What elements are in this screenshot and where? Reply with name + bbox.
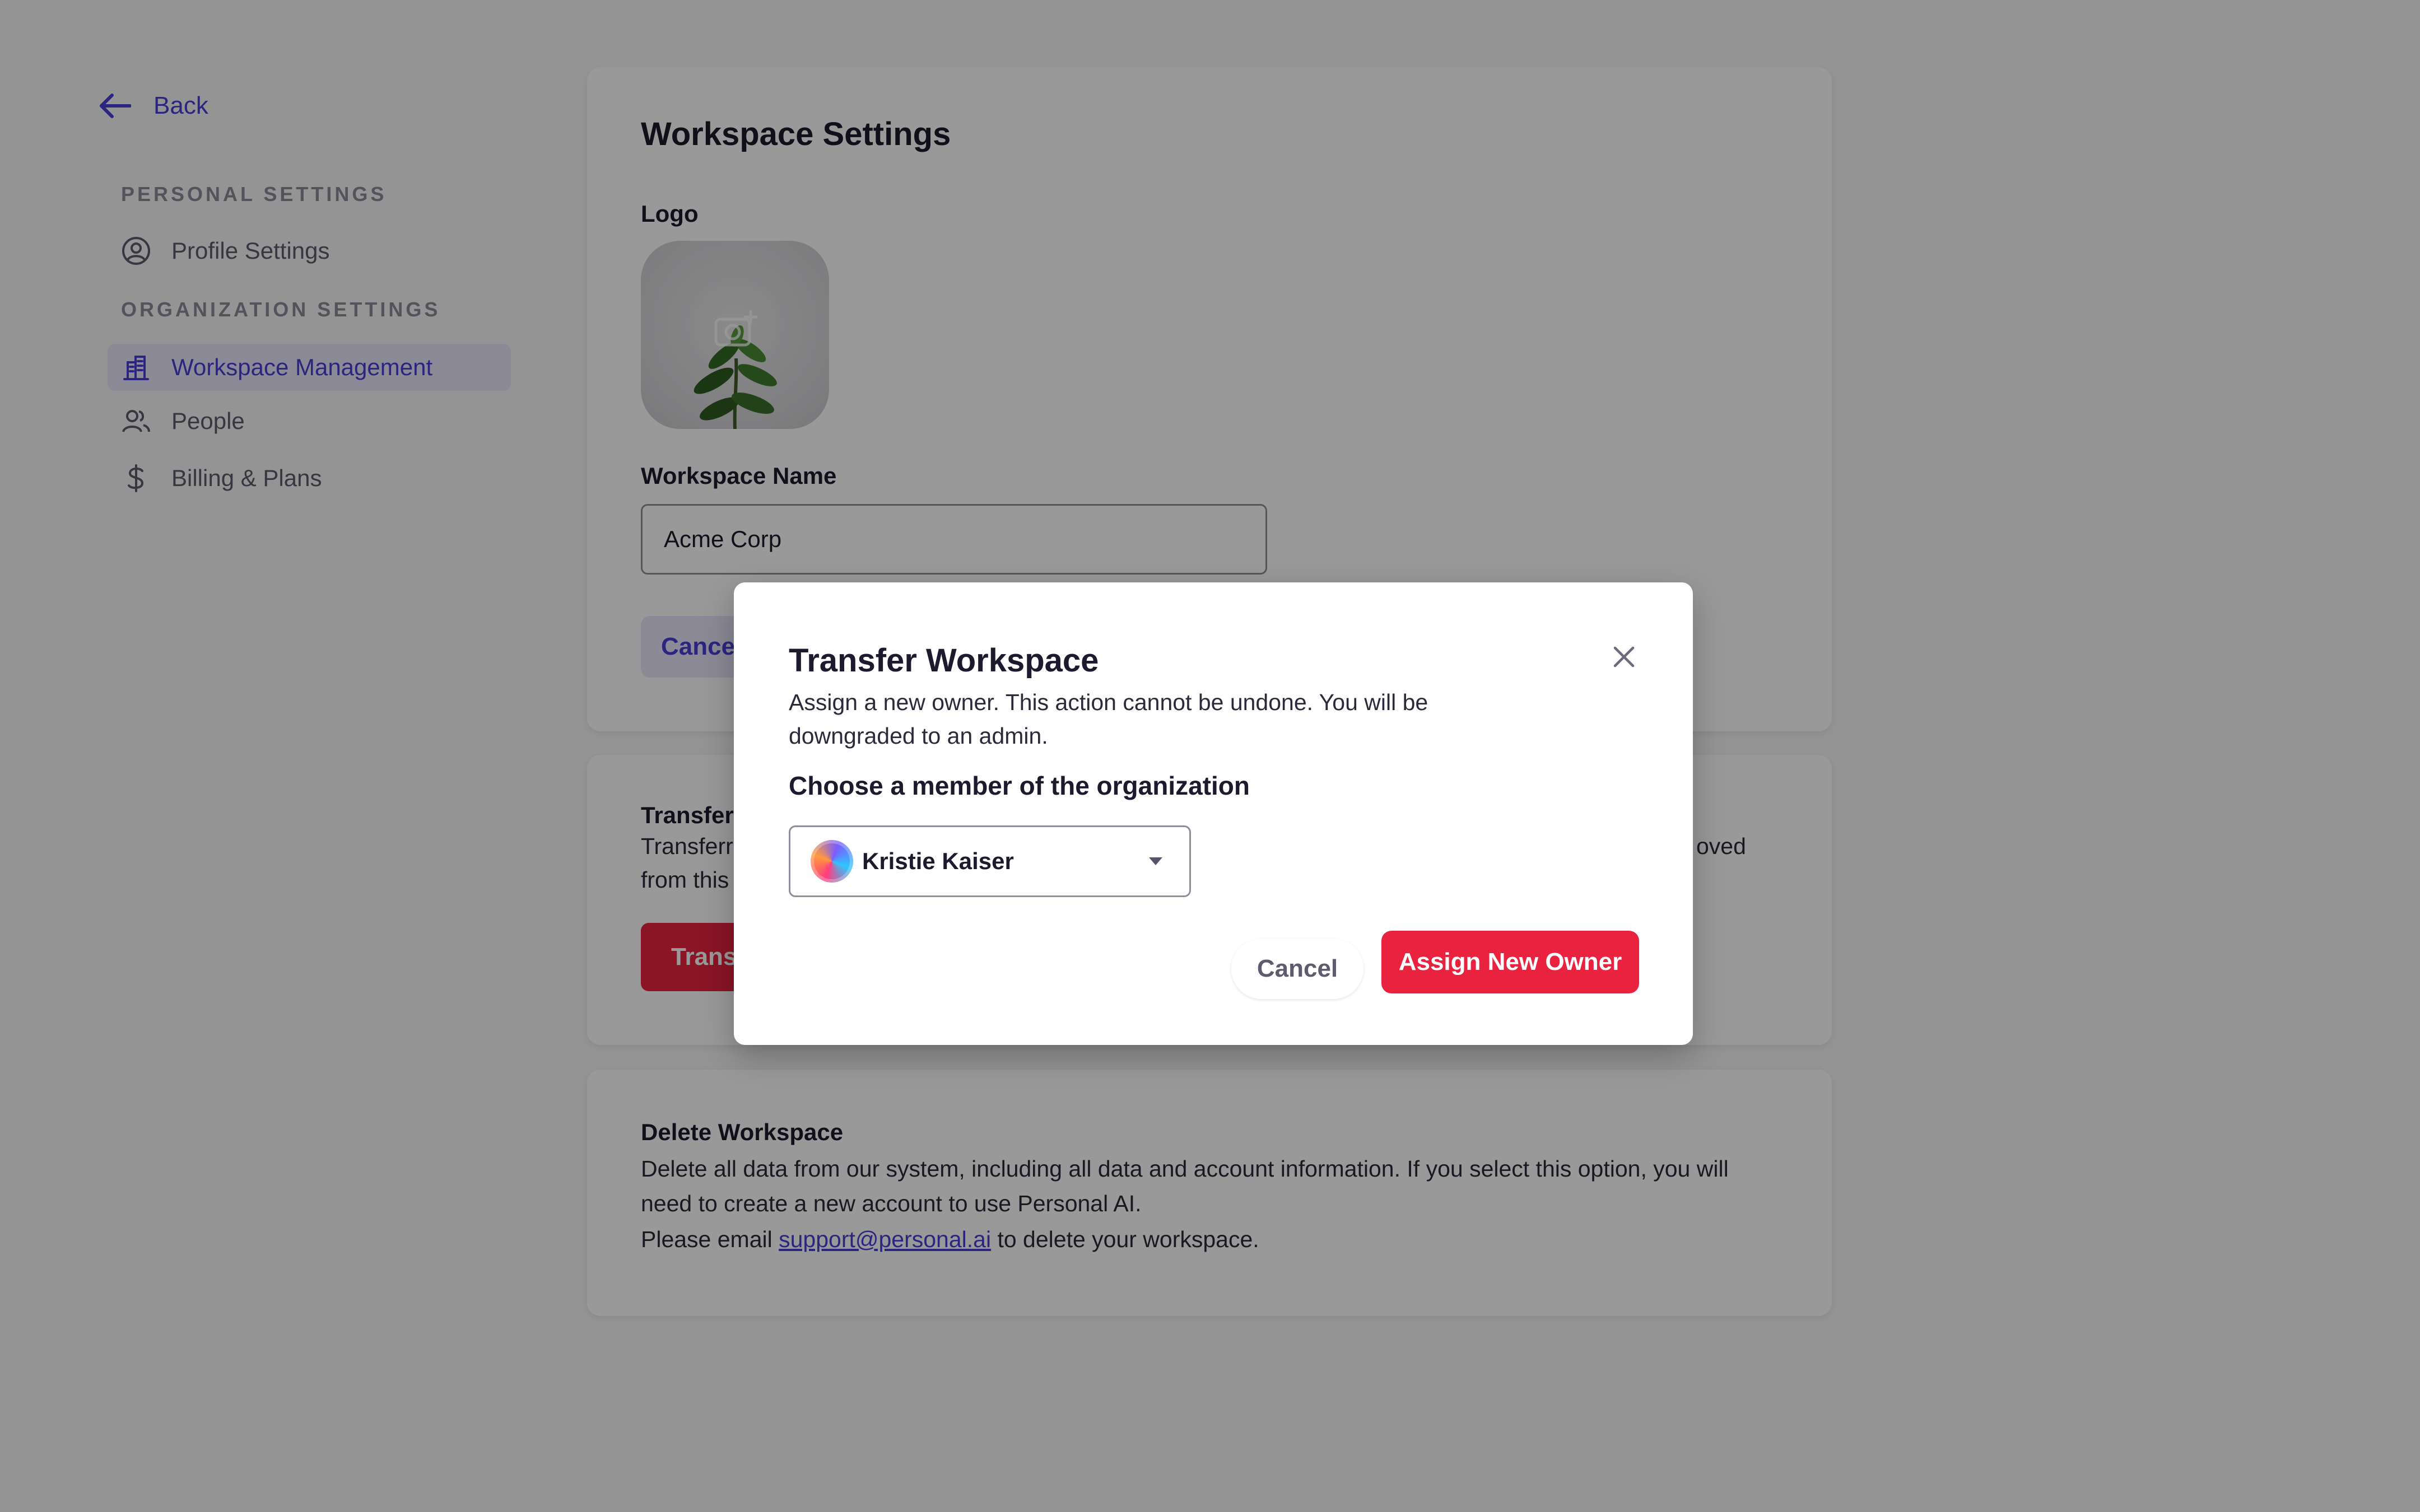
modal-description-line1: Assign a new owner. This action cannot b… (789, 689, 1428, 715)
cancel-button[interactable]: Cancel (1231, 939, 1363, 999)
choose-member-label: Choose a member of the organization (789, 771, 1250, 800)
transfer-workspace-modal: Transfer Workspace Assign a new owner. T… (734, 582, 1693, 1045)
close-button[interactable] (1605, 638, 1642, 675)
selected-member-name: Kristie Kaiser (862, 848, 1014, 874)
modal-description: Assign a new owner. This action cannot b… (789, 685, 1483, 753)
modal-title: Transfer Workspace (789, 642, 1099, 679)
assign-new-owner-button[interactable]: Assign New Owner (1381, 931, 1639, 993)
close-icon (1613, 646, 1635, 668)
modal-description-line2: downgraded to an admin. (789, 723, 1048, 749)
app-root: Back PERSONAL SETTINGS Profile Settings … (0, 0, 2420, 1512)
chevron-down-icon (1149, 857, 1162, 865)
avatar (811, 840, 853, 883)
member-select[interactable]: Kristie Kaiser (789, 825, 1191, 897)
